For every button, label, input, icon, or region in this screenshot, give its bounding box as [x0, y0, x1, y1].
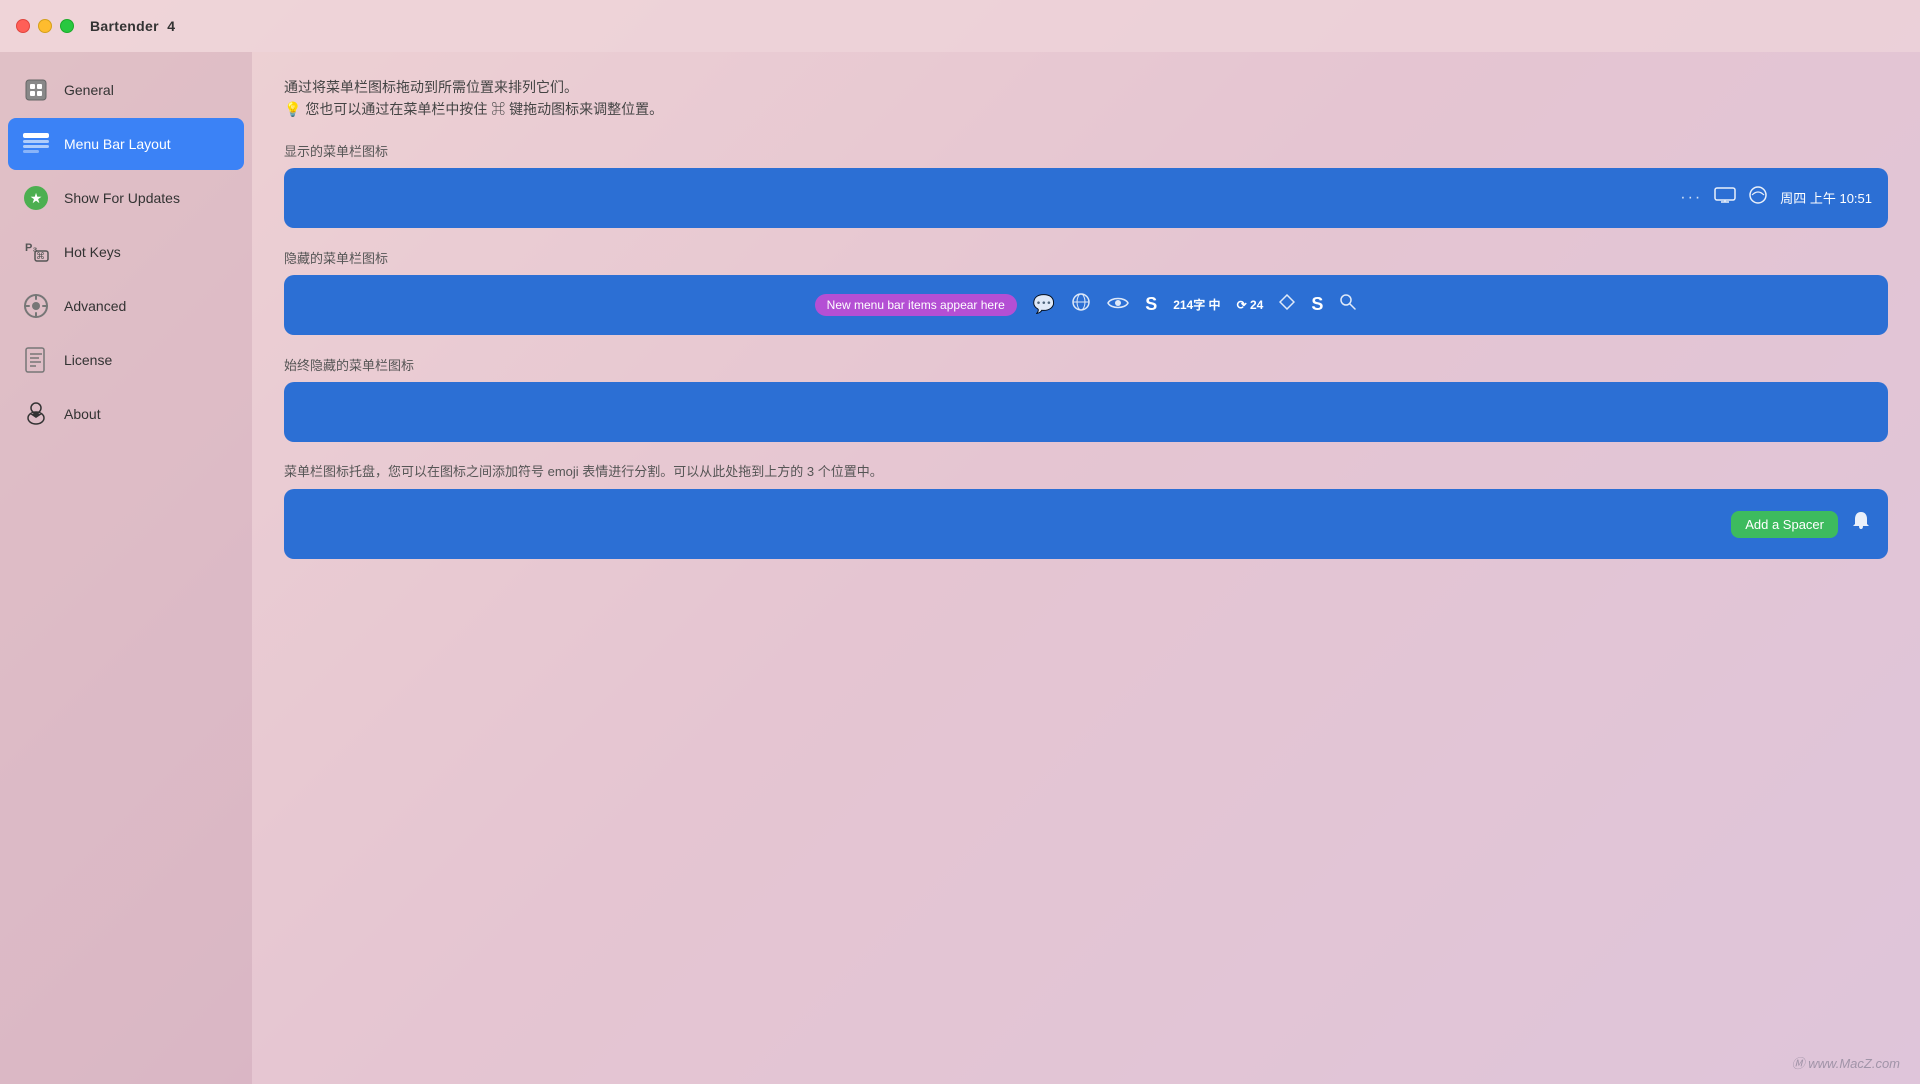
hidden-zone[interactable]: New menu bar items appear here 💬 S 214字 … — [284, 275, 1888, 335]
section-shown-label: 显示的菜单栏图标 — [284, 141, 1888, 160]
maximize-button[interactable] — [60, 19, 74, 33]
titlebar: Bartender 4 — [0, 0, 1920, 52]
intro-line2: 💡 您也可以通过在菜单栏中按住 ⌘ 键拖动图标来调整位置。 — [284, 98, 1888, 120]
svg-text:★: ★ — [30, 190, 43, 206]
sidebar-item-menu-bar-layout[interactable]: Menu Bar Layout — [8, 118, 244, 170]
sidebar-item-about[interactable]: About — [8, 388, 244, 440]
content-area: 通过将菜单栏图标拖动到所需位置来排列它们。 💡 您也可以通过在菜单栏中按住 ⌘ … — [252, 52, 1920, 1084]
sidebar-item-menu-bar-layout-label: Menu Bar Layout — [64, 136, 171, 152]
sidebar-item-show-for-updates-label: Show For Updates — [64, 190, 180, 206]
skype2-icon: S — [1311, 294, 1323, 315]
intro-text: 通过将菜单栏图标拖动到所需位置来排列它们。 💡 您也可以通过在菜单栏中按住 ⌘ … — [284, 76, 1888, 121]
sidebar-item-license[interactable]: License — [8, 334, 244, 386]
advanced-icon — [20, 290, 52, 322]
bell-icon — [1850, 510, 1872, 538]
dots-icon: ··· — [1680, 189, 1702, 207]
always-hidden-zone[interactable] — [284, 382, 1888, 442]
intro-line1: 通过将菜单栏图标拖动到所需位置来排列它们。 — [284, 76, 1888, 98]
screenshare-icon — [1714, 187, 1736, 208]
about-icon — [20, 398, 52, 430]
shown-zone[interactable]: ··· 周四 上午 10:51 — [284, 168, 1888, 228]
chat-icon: 💬 — [1033, 294, 1055, 315]
new-items-badge: New menu bar items appear here — [815, 294, 1017, 316]
sidebar-item-hot-keys[interactable]: P₃ ⌘ Hot Keys — [8, 226, 244, 278]
close-button[interactable] — [16, 19, 30, 33]
search-icon — [1339, 293, 1357, 316]
globe-icon — [1071, 292, 1091, 317]
vpn-icon — [1748, 185, 1768, 210]
sidebar-item-show-for-updates[interactable]: ★ Show For Updates — [8, 172, 244, 224]
svg-text:⌘: ⌘ — [36, 251, 45, 261]
section-hidden-label: 隐藏的菜单栏图标 — [284, 248, 1888, 267]
time-display: 周四 上午 10:51 — [1780, 188, 1872, 207]
sidebar-item-advanced-label: Advanced — [64, 298, 126, 314]
eye-icon — [1107, 294, 1129, 315]
sidebar-item-license-label: License — [64, 352, 112, 368]
sidebar-item-about-label: About — [64, 406, 101, 422]
app-title: Bartender 4 — [90, 18, 175, 34]
tray-zone[interactable]: Add a Spacer — [284, 489, 1888, 559]
sidebar-item-general[interactable]: General — [8, 64, 244, 116]
sidebar-item-advanced[interactable]: Advanced — [8, 280, 244, 332]
section-always-hidden-label: 始终隐藏的菜单栏图标 — [284, 355, 1888, 374]
sidebar-item-hot-keys-label: Hot Keys — [64, 244, 121, 260]
diamond-icon — [1279, 294, 1295, 315]
main-layout: General Menu Bar Layout ★ S — [0, 52, 1920, 1084]
traffic-lights — [16, 19, 74, 33]
add-spacer-button[interactable]: Add a Spacer — [1731, 511, 1838, 538]
tray-description: 菜单栏图标托盘，您可以在图标之间添加符号 emoji 表情进行分割。可以从此处拖… — [284, 462, 1888, 482]
show-for-updates-icon: ★ — [20, 182, 52, 214]
sidebar-item-general-label: General — [64, 82, 114, 98]
word-count-icon: 214字 中 — [1173, 296, 1220, 313]
sidebar: General Menu Bar Layout ★ S — [0, 52, 252, 1084]
skype-icon: S — [1145, 294, 1157, 315]
general-icon — [20, 74, 52, 106]
license-icon — [20, 344, 52, 376]
hot-keys-icon: P₃ ⌘ — [20, 236, 52, 268]
refresh-count-icon: ⟳ 24 — [1237, 298, 1264, 312]
menu-bar-layout-icon — [20, 128, 52, 160]
watermark: Ⓜ www.MacZ.com — [1792, 1053, 1900, 1072]
minimize-button[interactable] — [38, 19, 52, 33]
